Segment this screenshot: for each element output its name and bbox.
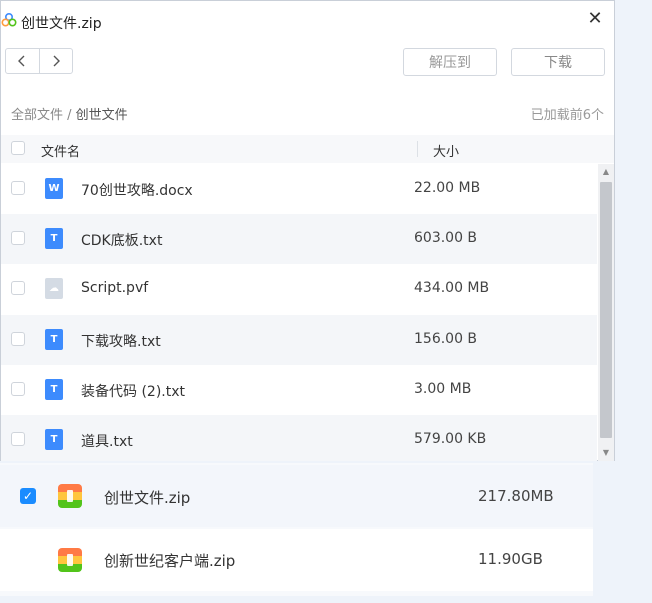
list-item-size: 11.90GB (478, 550, 543, 568)
text-file-icon: T (45, 228, 63, 250)
file-size: 579.00 KB (414, 430, 487, 447)
column-divider[interactable] (417, 141, 418, 157)
row-checkbox[interactable] (11, 381, 25, 396)
table-row[interactable]: T 装备代码 (2).txt 3.00 MB (1, 364, 597, 415)
file-name: Script.pvf (81, 280, 149, 297)
file-name: CDK底板.txt (81, 233, 163, 250)
select-all-checkbox[interactable] (11, 141, 25, 155)
file-size: 434.00 MB (414, 280, 490, 297)
toolbar: 解压到 下载 (1, 48, 614, 76)
file-name: 装备代码 (2).txt (81, 383, 185, 400)
row-checkbox[interactable] (11, 331, 25, 346)
scroll-down-arrow-icon[interactable]: ▼ (598, 445, 614, 461)
title-bar: 创世文件.zip ✕ (1, 1, 614, 39)
chevron-right-icon (53, 55, 60, 67)
table-row[interactable]: ☁ Script.pvf 434.00 MB (1, 264, 597, 315)
list-item-name: 创新世纪客户端.zip (104, 552, 236, 570)
column-header-size[interactable]: 大小 (433, 141, 459, 160)
table-row[interactable]: T CDK底板.txt 603.00 B (1, 214, 597, 265)
list-item-name: 创世文件.zip (104, 489, 191, 507)
loaded-count-text: 已加载前6个 (530, 108, 604, 123)
navigation-group (5, 48, 73, 74)
file-size: 156.00 B (414, 330, 478, 347)
zip-archive-icon (58, 484, 82, 508)
file-size: 603.00 B (414, 230, 478, 247)
table-row[interactable]: W 70创世攻略.docx 22.00 MB (1, 164, 597, 215)
checked-checkbox[interactable]: ✓ (20, 488, 36, 504)
file-size: 22.00 MB (414, 180, 481, 196)
table-row[interactable]: T 下载攻略.txt 156.00 B (1, 314, 597, 365)
download-button[interactable]: 下载 (511, 48, 605, 76)
file-name: 下载攻略.txt (81, 333, 161, 350)
archive-preview-window: 创世文件.zip ✕ 解压到 下载 全部文件 / 创世文件 已加载前6个 文件名… (0, 0, 615, 461)
scroll-up-arrow-icon[interactable]: ▲ (598, 164, 614, 180)
row-checkbox[interactable] (11, 181, 25, 195)
breadcrumb-root[interactable]: 全部文件 (11, 108, 63, 123)
vertical-scrollbar[interactable]: ▲ ▼ (598, 164, 614, 461)
chevron-left-icon (18, 55, 25, 67)
list-item-size: 217.80MB (478, 487, 554, 505)
zip-archive-icon (58, 548, 82, 572)
text-file-icon: T (45, 328, 63, 350)
text-file-icon: T (45, 428, 63, 450)
row-checkbox[interactable] (11, 231, 25, 246)
close-icon[interactable]: ✕ (584, 8, 606, 30)
file-name: 70创世攻略.docx (81, 183, 193, 199)
background-list-item[interactable]: ✓ 创世文件.zip 217.80MB (0, 465, 593, 527)
extract-to-button[interactable]: 解压到 (403, 48, 497, 76)
breadcrumb-separator: / (63, 108, 76, 123)
breadcrumb: 全部文件 / 创世文件 (11, 104, 128, 123)
scrollbar-thumb[interactable] (600, 182, 612, 438)
row-checkbox[interactable] (11, 431, 25, 446)
row-checkbox[interactable] (11, 281, 25, 296)
column-header-name[interactable]: 文件名 (41, 141, 80, 160)
file-size: 3.00 MB (414, 380, 472, 397)
forward-button[interactable] (38, 49, 73, 73)
generic-file-icon: ☁ (45, 278, 63, 300)
file-name: 道具.txt (81, 433, 133, 450)
file-list: W 70创世攻略.docx 22.00 MB T CDK底板.txt 603.0… (1, 164, 597, 461)
text-file-icon: T (45, 378, 63, 400)
breadcrumb-current: 创世文件 (75, 108, 128, 123)
background-list-item[interactable]: 创新世纪客户端.zip 11.90GB (0, 529, 593, 591)
table-header: 文件名 大小 (1, 135, 614, 163)
cloud-app-icon (1, 12, 17, 27)
back-button[interactable] (6, 49, 39, 73)
word-doc-icon: W (45, 178, 63, 199)
table-row[interactable]: T 道具.txt 579.00 KB (1, 414, 597, 461)
window-title: 创世文件.zip (21, 16, 102, 32)
